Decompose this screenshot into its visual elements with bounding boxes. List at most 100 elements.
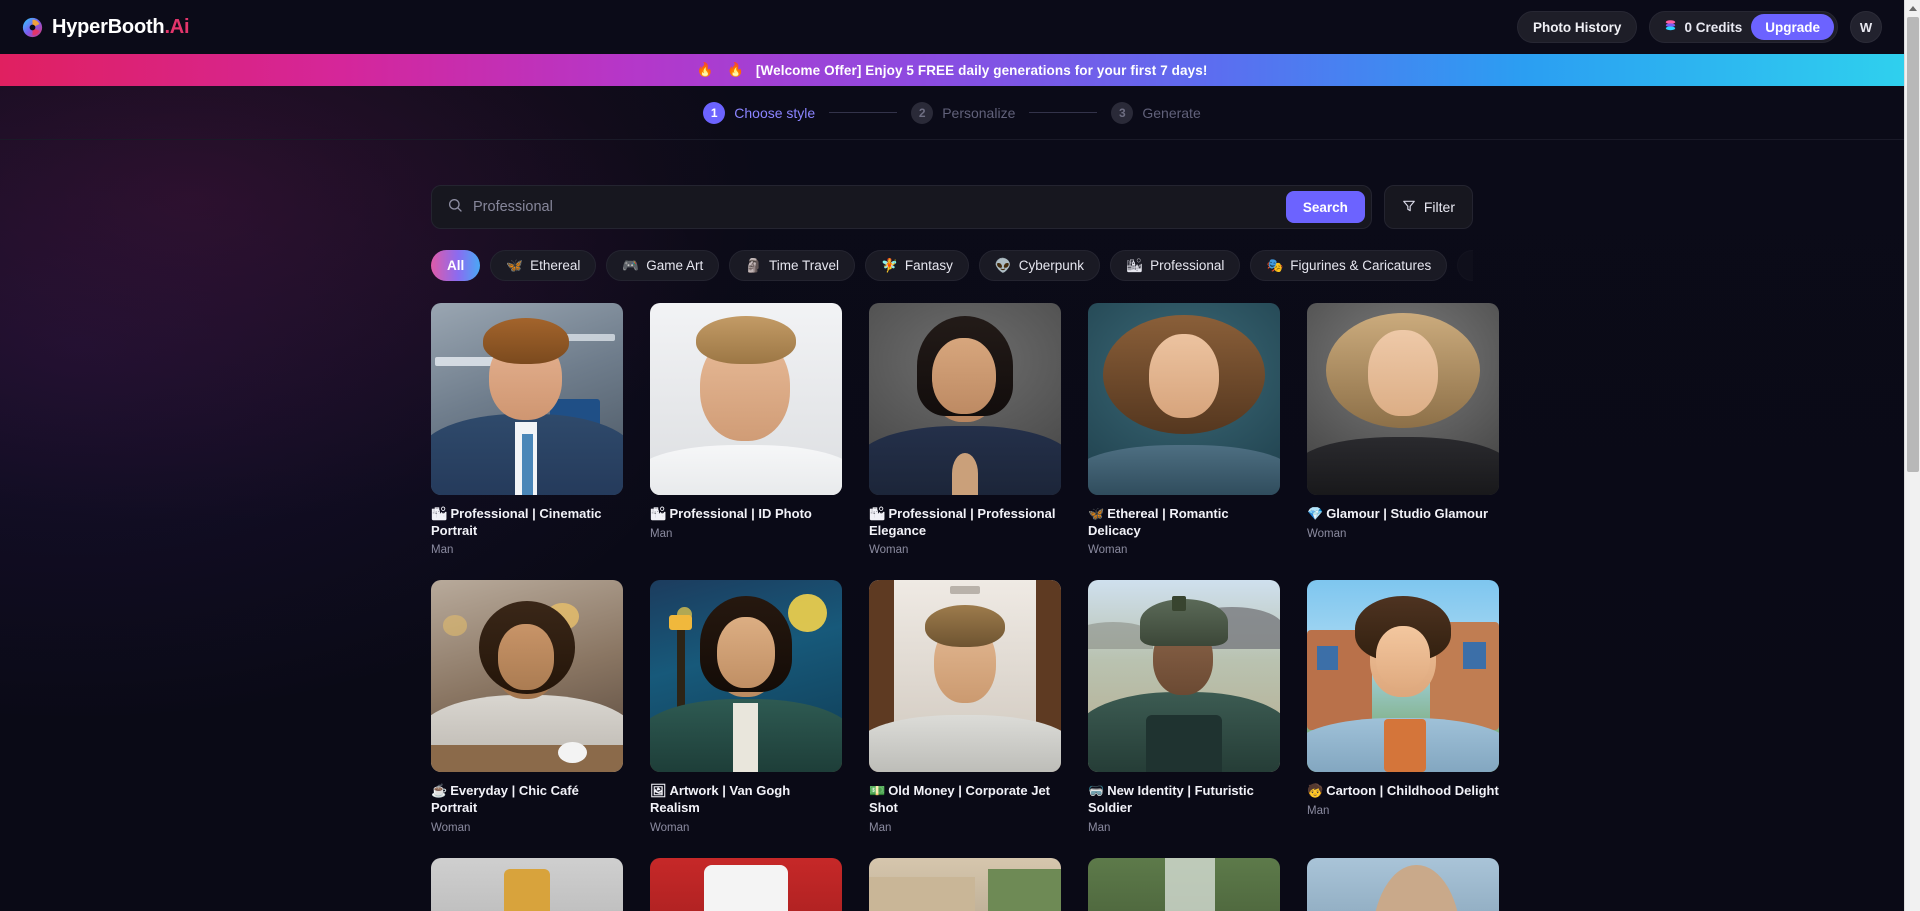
style-thumbnail: [650, 580, 842, 773]
style-thumbnail: [869, 857, 1061, 911]
step-generate[interactable]: 3 Generate: [1111, 101, 1201, 124]
cityscape-icon: 🏙: [869, 506, 886, 521]
brand-name: HyperBooth.Ai: [52, 15, 190, 38]
style-card[interactable]: 🦋 Ethereal | Romantic Delicacy Woman: [1088, 303, 1280, 556]
cityscape-icon: 🏙: [650, 506, 667, 521]
style-card[interactable]: 💎 Glamour | Studio Glamour Woman: [1307, 303, 1499, 556]
brand-logo[interactable]: HyperBooth.Ai: [22, 15, 190, 39]
style-card[interactable]: [431, 857, 623, 911]
hyperbooth-logo-icon: [22, 17, 43, 38]
style-card[interactable]: [650, 857, 842, 911]
chip-figurines-caricatures[interactable]: 🎭 Figurines & Caricatures: [1250, 250, 1448, 281]
style-card[interactable]: 💵 Old Money | Corporate Jet Shot Man: [869, 580, 1061, 834]
chip-cyberpunk-label: Cyberpunk: [1018, 258, 1084, 273]
style-thumbnail: [1307, 857, 1499, 911]
style-thumbnail: [1088, 303, 1280, 495]
step-choose-style[interactable]: 1 Choose style: [703, 101, 815, 124]
style-grid: 🏙Professional | Cinematic Portrait Man: [431, 303, 1499, 911]
style-card[interactable]: 🏙 Professional | ID Photo Man: [650, 303, 842, 556]
chip-all-label: All: [447, 258, 465, 273]
chip-figurines-label: Figurines & Caricatures: [1290, 258, 1432, 273]
welcome-offer-banner[interactable]: 🔥 🔥 [Welcome Offer] Enjoy 5 FREE daily g…: [0, 54, 1904, 86]
style-card-title: 🖼 Artwork | Van Gogh Realism: [650, 783, 791, 815]
search-input[interactable]: [473, 199, 1276, 215]
style-card[interactable]: ☕ Everyday | Chic Café Portrait Woman: [431, 580, 623, 834]
page-viewport: HyperBooth.Ai Photo History 0 Credits Up…: [0, 0, 1904, 911]
style-card[interactable]: [1307, 857, 1499, 911]
style-card-subject: Man: [650, 527, 673, 540]
style-card[interactable]: 🧒 Cartoon | Childhood Delight Man: [1307, 580, 1499, 833]
goggles-icon: 🥽: [1088, 783, 1105, 799]
style-card-title: 🏙 Professional | Professional Elegance: [869, 506, 1056, 538]
chip-ethereal-label: Ethereal: [530, 258, 581, 273]
scrollbar-thumb[interactable]: [1907, 17, 1919, 472]
credits-display[interactable]: 0 Credits: [1663, 18, 1742, 36]
style-thumbnail: [869, 580, 1061, 773]
style-card-title: 🥽 New Identity | Futuristic Soldier: [1088, 783, 1254, 815]
category-chips: All 🦋 Ethereal 🎮 Game Art 🗿 Time Travel …: [431, 250, 1473, 281]
gamepad-icon: 🎮: [622, 257, 640, 273]
photo-history-button[interactable]: Photo History: [1516, 11, 1638, 43]
step-connector-1: [829, 112, 898, 113]
style-card-subject: Man: [1307, 804, 1330, 817]
step-2-label: Personalize: [942, 104, 1016, 121]
style-card-subject: Woman: [869, 544, 909, 557]
style-card[interactable]: 🏙 Professional | Cinematic Portrait Man: [431, 303, 623, 556]
chip-cyberpunk[interactable]: 👽 Cyberpunk: [978, 250, 1100, 281]
style-thumbnail: [431, 857, 623, 911]
search-button[interactable]: Search: [1285, 191, 1365, 223]
style-thumbnail: [869, 303, 1061, 495]
style-card-title: 🦋 Ethereal | Romantic Delicacy: [1088, 506, 1229, 538]
fire-icon: 🔥 🔥: [696, 62, 749, 77]
fairy-icon: 🧚: [881, 257, 898, 273]
style-thumbnail: [431, 303, 623, 495]
style-card-subject: Man: [431, 544, 454, 557]
upgrade-button[interactable]: Upgrade: [1751, 14, 1834, 40]
style-card[interactable]: [1088, 857, 1280, 911]
style-card[interactable]: 🖼 Artwork | Van Gogh Realism Woman: [650, 580, 842, 834]
step-2-number: 2: [911, 101, 934, 124]
style-card[interactable]: 🏙 Professional | Professional Elegance Wo…: [869, 303, 1061, 556]
chip-all[interactable]: All: [431, 250, 481, 281]
photo-history-label: Photo History: [1532, 19, 1622, 35]
style-card[interactable]: 🥽 New Identity | Futuristic Soldier Man: [1088, 580, 1280, 834]
style-card[interactable]: [869, 857, 1061, 911]
credits-group: 0 Credits Upgrade: [1649, 11, 1838, 43]
chip-anime[interactable]: 🌸 Anime: [1457, 250, 1473, 281]
avatar[interactable]: W: [1850, 11, 1882, 43]
masks-icon: 🎭: [1266, 257, 1284, 273]
framed-picture-icon: 🖼: [650, 783, 667, 799]
style-thumbnail: [1088, 857, 1280, 911]
chip-game-art-label: Game Art: [646, 258, 704, 273]
coins-icon: [1663, 18, 1678, 36]
top-navigation-bar: HyperBooth.Ai Photo History 0 Credits Up…: [0, 0, 1904, 54]
step-personalize[interactable]: 2 Personalize: [911, 101, 1016, 124]
chip-time-travel[interactable]: 🗿 Time Travel: [729, 250, 856, 281]
chip-fantasy-label: Fantasy: [904, 258, 953, 273]
style-card-title: 🏙 Professional | Cinematic Portrait: [431, 506, 602, 538]
style-thumbnail: [1307, 580, 1499, 773]
alien-icon: 👽: [994, 257, 1012, 273]
style-card-title: 💵 Old Money | Corporate Jet Shot: [869, 783, 1051, 815]
filter-button[interactable]: Filter: [1383, 185, 1473, 229]
style-card-subject: Woman: [1307, 527, 1347, 540]
search-icon: [447, 197, 463, 218]
chip-fantasy[interactable]: 🧚 Fantasy: [865, 250, 969, 281]
style-card-title: 🏙 Professional | ID Photo: [650, 506, 812, 521]
chip-ethereal[interactable]: 🦋 Ethereal: [490, 250, 597, 281]
brand-suffix: .Ai: [164, 15, 190, 38]
header-actions: Photo History 0 Credits Upgrade W: [1516, 11, 1882, 43]
style-card-subject: Woman: [431, 821, 471, 834]
cityscape-icon: 🏙: [431, 506, 448, 521]
chip-game-art[interactable]: 🎮 Game Art: [606, 250, 720, 281]
scroll-up-arrow-icon[interactable]: [1905, 0, 1920, 17]
style-card-subject: Woman: [650, 821, 690, 834]
credits-count-label: 0 Credits: [1684, 19, 1743, 35]
style-card-title: 💎 Glamour | Studio Glamour: [1307, 506, 1489, 521]
browser-scrollbar[interactable]: [1904, 0, 1920, 911]
chip-professional[interactable]: 🏙 Professional: [1110, 250, 1241, 281]
style-thumbnail: [650, 857, 842, 911]
style-card-title: ☕ Everyday | Chic Café Portrait: [431, 783, 579, 815]
style-card-subject: Man: [1088, 821, 1111, 834]
coffee-icon: ☕: [431, 783, 448, 799]
